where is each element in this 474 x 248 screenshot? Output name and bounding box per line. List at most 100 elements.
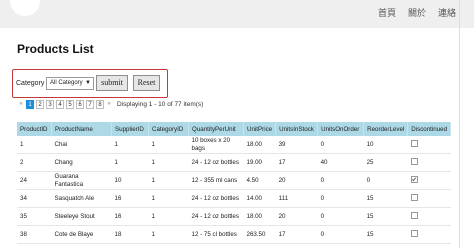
cell-productname: Cote de Blaye — [51, 225, 112, 244]
chevron-down-icon: ▼ — [85, 80, 91, 86]
discontinued-checkbox — [410, 175, 418, 183]
cell-reorderlevel: 15 — [363, 207, 408, 226]
cell-discontinued — [407, 225, 451, 244]
cell-supplierid: 1 — [111, 153, 149, 172]
cell-productname: Guarana Fantastica — [51, 171, 112, 190]
cell-reorderlevel: 0 — [363, 171, 408, 190]
cell-unitsonorder: 0 — [317, 136, 364, 154]
cell-unitsonorder: 0 — [317, 189, 364, 208]
cell-supplierid: 16 — [111, 207, 149, 226]
category-select-value: All Category — [50, 80, 83, 86]
cell-unitsinstock: 17 — [275, 225, 318, 244]
cell-unitsinstock: 20 — [275, 171, 318, 190]
discontinued-checkbox — [410, 211, 418, 219]
col-quantityperunit-header[interactable]: QuantityPerUnit — [188, 122, 244, 136]
cell-unitsonorder: 0 — [317, 171, 364, 190]
cell-categoryid: 1 — [148, 136, 189, 154]
pagination: « 1 2 3 4 5 6 7 8 » Displaying 1 - 10 of… — [18, 99, 203, 109]
cell-categoryid: 1 — [148, 207, 189, 226]
col-reorderlevel-header[interactable]: ReorderLevel — [363, 122, 409, 136]
cell-quantityperunit: 12 - 75 cl bottles — [188, 225, 244, 244]
cell-categoryid: 1 — [148, 225, 189, 244]
col-supplierid-header[interactable]: SupplierID — [111, 122, 149, 136]
category-label: Category : — [16, 80, 49, 87]
cell-quantityperunit: 24 - 12 oz bottles — [188, 189, 244, 208]
reset-button[interactable]: Reset — [133, 75, 160, 91]
cell-unitsonorder: 40 — [317, 153, 364, 172]
cell-productid: 34 — [17, 189, 52, 208]
cell-productid: 35 — [17, 207, 52, 226]
page-button-6[interactable]: 6 — [76, 99, 84, 109]
discontinued-checkbox — [410, 157, 418, 165]
products-table: ProductID ProductName SupplierID Categor… — [17, 122, 452, 244]
cell-productname: Steeleye Stout — [51, 207, 112, 226]
cell-unitprice: 18.00 — [243, 136, 276, 154]
cell-supplierid: 1 — [111, 136, 149, 154]
cell-discontinued — [407, 153, 451, 172]
nav-home-link[interactable]: 首頁 — [378, 6, 396, 19]
page-title: Products List — [17, 42, 94, 56]
page-button-7[interactable]: 7 — [86, 99, 94, 109]
nav-contact-link[interactable]: 連絡 — [438, 6, 456, 19]
discontinued-checkbox — [410, 193, 418, 201]
top-nav: 首頁 關於 連絡 — [378, 6, 456, 19]
cell-discontinued — [407, 171, 451, 190]
page-button-3[interactable]: 3 — [46, 99, 54, 109]
cell-quantityperunit: 12 - 355 ml cans — [188, 171, 244, 190]
col-unitsonorder-header[interactable]: UnitsOnOrder — [317, 122, 365, 136]
cell-reorderlevel: 25 — [363, 153, 408, 172]
cell-supplierid: 18 — [111, 225, 149, 244]
cell-categoryid: 1 — [148, 153, 189, 172]
cell-reorderlevel: 15 — [363, 225, 408, 244]
cell-discontinued — [407, 207, 451, 226]
submit-button[interactable]: submit — [96, 75, 128, 91]
table-row: 24 Guarana Fantastica 10 1 12 - 355 ml cans 4… — [17, 171, 451, 190]
cell-unitsinstock: 20 — [275, 207, 318, 226]
category-select[interactable]: All Category ▼ — [46, 77, 94, 90]
page-button-4[interactable]: 4 — [56, 99, 64, 109]
products-table-body: 1 Chai 1 1 10 boxes x 20 bags 18.00 39 0 10 2 Chan… — [17, 136, 451, 244]
cell-productid: 38 — [17, 225, 52, 244]
cell-discontinued — [407, 189, 451, 208]
page-edge-divider — [459, 0, 460, 248]
next-page-button[interactable]: » — [106, 99, 112, 109]
cell-quantityperunit: 24 - 12 oz bottles — [188, 207, 244, 226]
cell-productname: Chang — [51, 153, 112, 172]
cell-unitsinstock: 17 — [275, 153, 318, 172]
cell-unitprice: 18.00 — [243, 207, 276, 226]
cell-unitsonorder: 0 — [317, 207, 364, 226]
logo — [10, 0, 40, 16]
cell-productname: Sasquatch Ale — [51, 189, 112, 208]
col-unitsinstock-header[interactable]: UnitsInStock — [275, 122, 319, 136]
top-bar: 首頁 關於 連絡 — [0, 0, 474, 28]
table-row: 2 Chang 1 1 24 - 12 oz bottles 19.00 17 40 25 — [17, 153, 451, 172]
prev-page-button[interactable]: « — [18, 99, 24, 109]
cell-discontinued — [407, 136, 451, 154]
page-button-5[interactable]: 5 — [66, 99, 74, 109]
page-button-1[interactable]: 1 — [26, 99, 34, 109]
col-discontinued-header[interactable]: Discontinued — [407, 122, 452, 136]
cell-categoryid: 1 — [148, 189, 189, 208]
cell-productname: Chai — [51, 136, 112, 154]
col-unitprice-header[interactable]: UnitPrice — [243, 122, 277, 136]
col-productname-header[interactable]: ProductName — [51, 122, 112, 136]
cell-unitprice: 14.00 — [243, 189, 276, 208]
cell-supplierid: 16 — [111, 189, 149, 208]
table-row: 1 Chai 1 1 10 boxes x 20 bags 18.00 39 0 10 — [17, 136, 451, 154]
cell-quantityperunit: 24 - 12 oz bottles — [188, 153, 244, 172]
cell-unitprice: 4.50 — [243, 171, 276, 190]
nav-about-link[interactable]: 關於 — [408, 6, 426, 19]
table-row: 34 Sasquatch Ale 16 1 24 - 12 oz bottles 14.0… — [17, 189, 451, 208]
col-productid-header[interactable]: ProductID — [17, 122, 52, 136]
page-button-8[interactable]: 8 — [96, 99, 104, 109]
cell-categoryid: 1 — [148, 171, 189, 190]
cell-productid: 2 — [17, 153, 52, 172]
table-row: 35 Steeleye Stout 16 1 24 - 12 oz bottles 18.… — [17, 207, 451, 226]
cell-unitsonorder: 0 — [317, 225, 364, 244]
pager-info: Displaying 1 - 10 of 77 item(s) — [117, 100, 204, 108]
col-categoryid-header[interactable]: CategoryID — [148, 122, 189, 136]
cell-unitprice: 19.00 — [243, 153, 276, 172]
cell-reorderlevel: 10 — [363, 136, 408, 154]
page-button-2[interactable]: 2 — [36, 99, 44, 109]
discontinued-checkbox — [410, 229, 418, 237]
